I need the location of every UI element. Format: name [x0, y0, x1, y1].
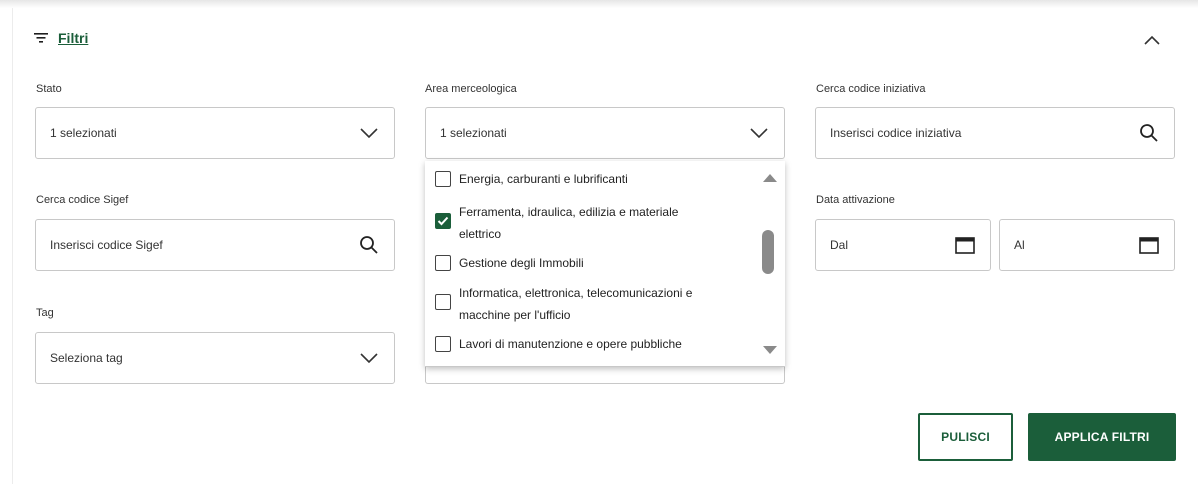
area-value: 1 selezionati	[440, 126, 507, 140]
chevron-down-icon	[748, 122, 770, 144]
stato-value: 1 selezionati	[50, 126, 117, 140]
area-option[interactable]: Lavori di manutenzione e opere pubbliche	[435, 333, 755, 355]
tag-value: Seleziona tag	[50, 351, 123, 365]
area-dropdown-list[interactable]: Energia, carburanti e lubrificanti Ferra…	[425, 161, 785, 367]
data-dal-input[interactable]: Dal	[815, 219, 991, 271]
chevron-up-icon[interactable]	[1142, 30, 1162, 50]
calendar-icon[interactable]	[954, 234, 976, 256]
area-option[interactable]: Informatica, elettronica, telecomunicazi…	[435, 282, 755, 326]
codice-iniziativa-placeholder: Inserisci codice iniziativa	[830, 126, 962, 140]
tag-label: Tag	[36, 307, 54, 319]
stato-select[interactable]: 1 selezionati	[35, 107, 395, 159]
checkbox[interactable]	[435, 171, 451, 187]
dropdown-scrollbar[interactable]	[757, 168, 779, 362]
search-icon[interactable]	[358, 234, 380, 256]
area-option[interactable]: Ferramenta, idraulica, edilizia e materi…	[435, 201, 755, 245]
area-select[interactable]: 1 selezionati	[425, 107, 785, 159]
data-attivazione-label: Data attivazione	[816, 194, 895, 206]
clear-button[interactable]: PULISCI	[918, 413, 1013, 461]
checkbox-checked[interactable]	[435, 213, 451, 229]
search-icon[interactable]	[1138, 122, 1160, 144]
scroll-up-arrow-icon[interactable]	[763, 174, 777, 182]
chevron-down-icon	[358, 347, 380, 369]
checkmark-icon	[437, 216, 449, 226]
area-option[interactable]: Energia, carburanti e lubrificanti	[435, 168, 755, 190]
scrollbar-thumb[interactable]	[762, 230, 774, 274]
data-al-placeholder: Al	[1014, 238, 1025, 252]
data-al-input[interactable]: Al	[999, 219, 1175, 271]
top-shadow	[0, 0, 1198, 8]
option-label: Energia, carburanti e lubrificanti	[459, 172, 628, 186]
stato-label: Stato	[36, 83, 62, 95]
area-option[interactable]: Gestione degli Immobili	[435, 252, 755, 274]
filters-title[interactable]: Filtri	[58, 30, 88, 46]
scroll-down-arrow-icon[interactable]	[763, 346, 777, 354]
chevron-down-icon	[358, 122, 380, 144]
option-label: Ferramenta, idraulica, edilizia e materi…	[459, 205, 679, 241]
apply-filters-button[interactable]: APPLICA FILTRI	[1028, 413, 1176, 461]
checkbox[interactable]	[435, 294, 451, 310]
codice-iniziativa-label: Cerca codice iniziativa	[816, 83, 926, 95]
checkbox[interactable]	[435, 336, 451, 352]
option-label: Lavori di manutenzione e opere pubbliche	[459, 337, 682, 351]
codice-sigef-input[interactable]: Inserisci codice Sigef	[35, 219, 395, 271]
codice-sigef-placeholder: Inserisci codice Sigef	[50, 238, 163, 252]
filter-lines-icon	[34, 32, 48, 44]
area-label: Area merceologica	[425, 83, 517, 95]
checkbox[interactable]	[435, 255, 451, 271]
calendar-icon[interactable]	[1138, 234, 1160, 256]
codice-iniziativa-input[interactable]: Inserisci codice iniziativa	[815, 107, 1175, 159]
data-dal-placeholder: Dal	[830, 238, 849, 252]
filters-header[interactable]: Filtri	[34, 30, 88, 46]
option-label: Informatica, elettronica, telecomunicazi…	[459, 286, 693, 322]
codice-sigef-label: Cerca codice Sigef	[36, 194, 129, 206]
option-label: Gestione degli Immobili	[459, 256, 584, 270]
tag-select[interactable]: Seleziona tag	[35, 332, 395, 384]
